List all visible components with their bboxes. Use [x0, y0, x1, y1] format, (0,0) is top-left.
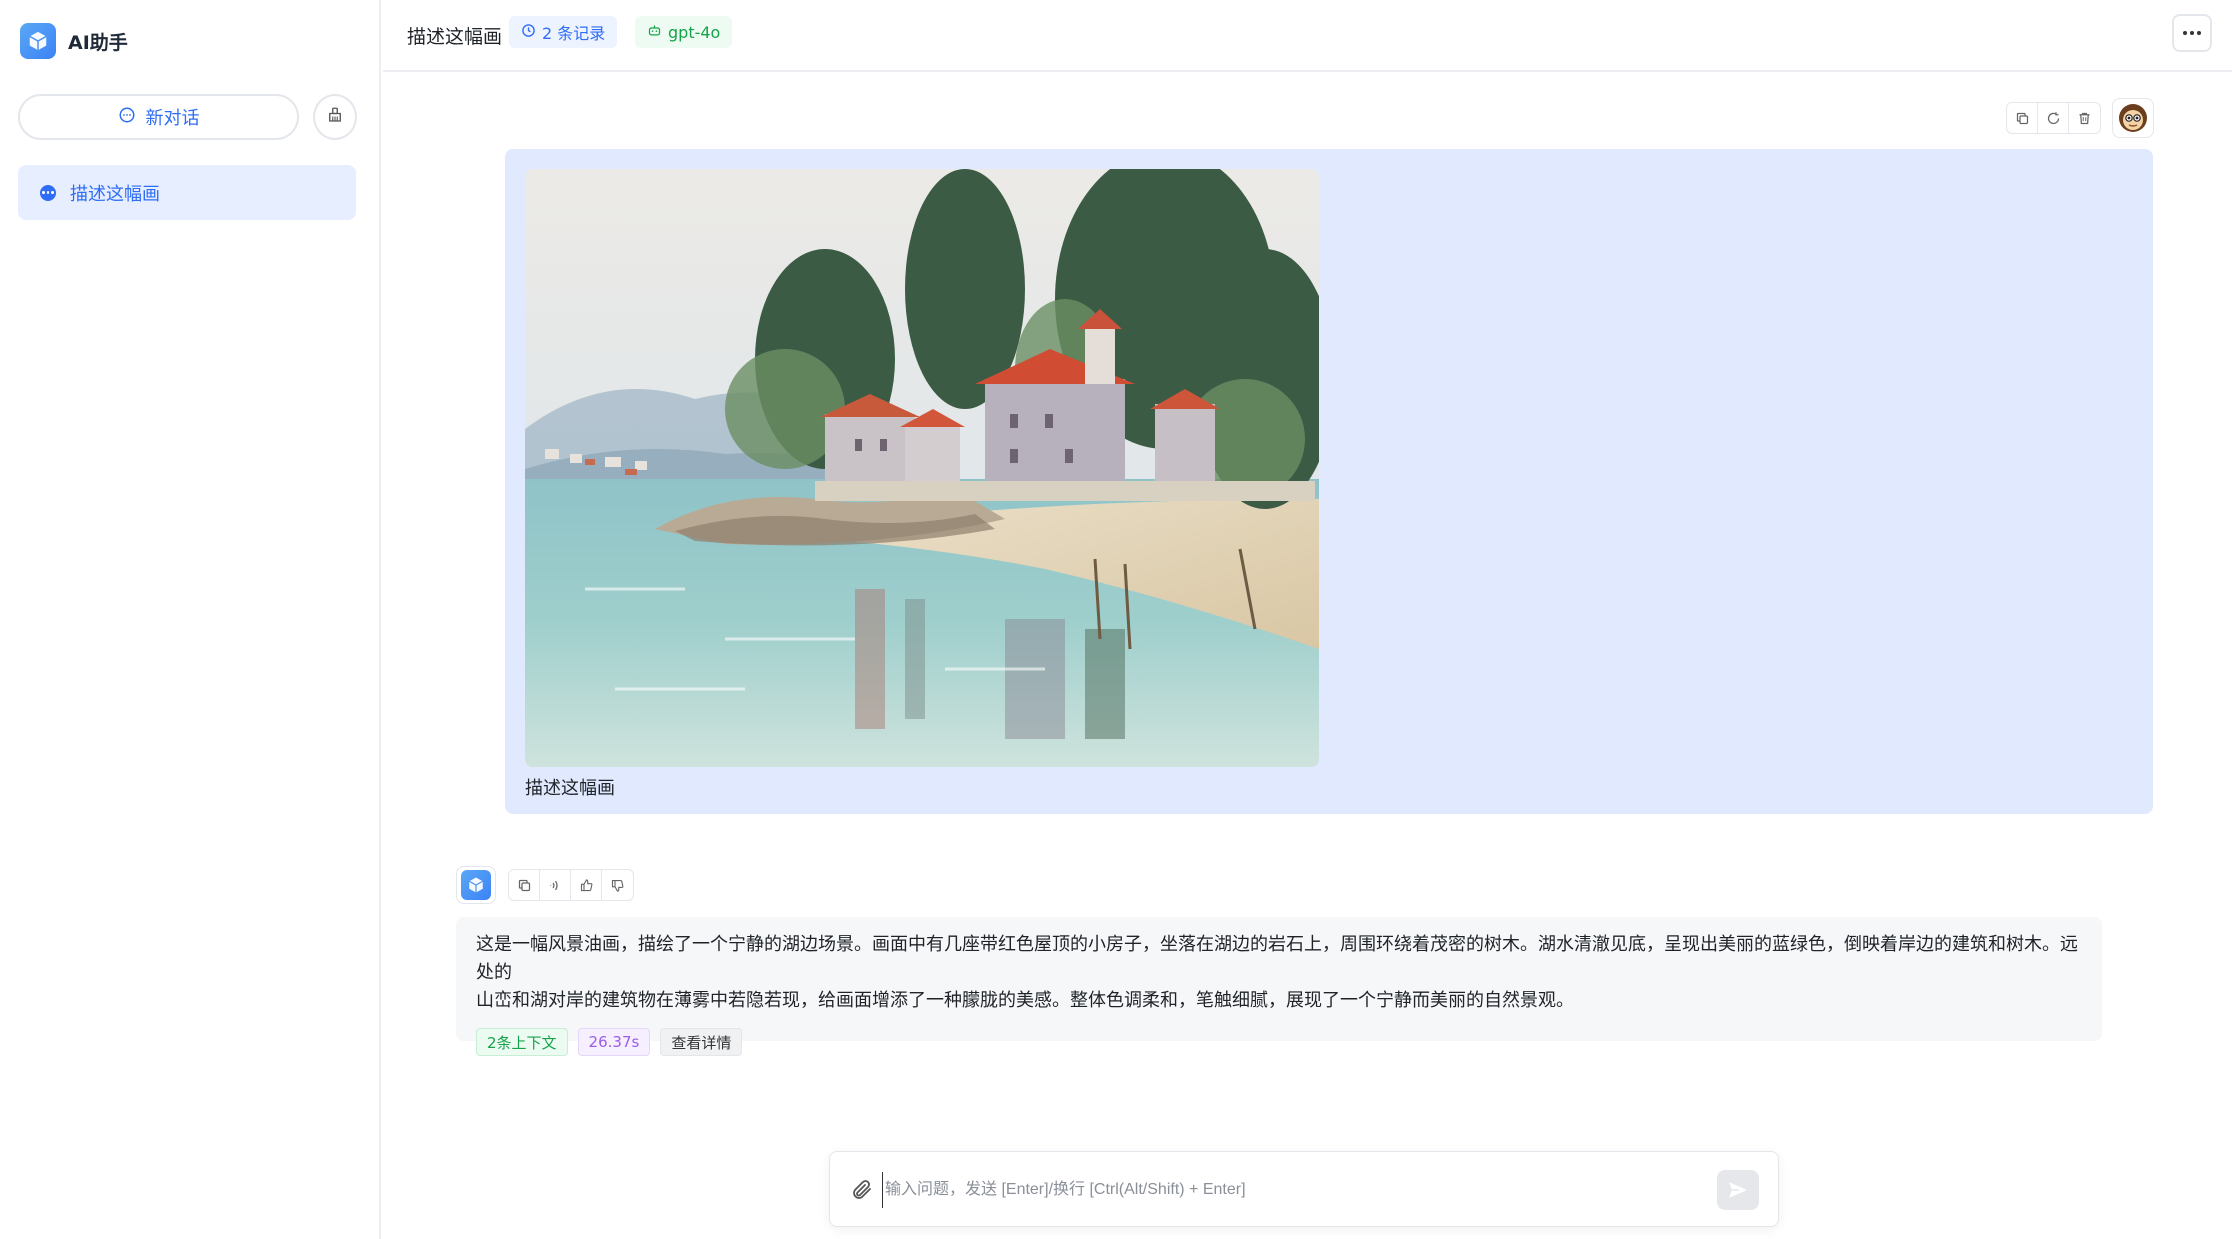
chat-header: 描述这幅画 2 条记录 gpt-4o [383, 0, 2232, 72]
chat-input[interactable] [882, 1172, 1682, 1208]
brand-name: AI助手 [68, 31, 128, 54]
clear-icon [326, 106, 344, 128]
user-message-toolbar [2006, 102, 2101, 134]
send-icon [1729, 1182, 1747, 1198]
ai-message-bubble: 这是一幅风景油画，描绘了一个宁静的湖边场景。画面中有几座带红色屋顶的小房子，坐落… [456, 917, 2102, 1056]
oil-painting-image [525, 169, 1319, 767]
records-label: 2 条记录 [542, 24, 606, 43]
dislike-button[interactable] [602, 870, 633, 900]
ai-message-meta: 2条上下文 26.37s 查看详情 [476, 1028, 2082, 1056]
records-badge[interactable]: 2 条记录 [509, 16, 618, 48]
like-button[interactable] [571, 870, 602, 900]
ai-message-line: 这是一幅风景油画，描绘了一个宁静的湖边场景。画面中有几座带红色屋顶的小房子，坐落… [476, 934, 2078, 983]
send-button[interactable] [1717, 1170, 1759, 1210]
chat-input-box [829, 1151, 1779, 1227]
speaker-icon [550, 880, 558, 890]
ai-avatar [456, 866, 496, 904]
new-chat-button[interactable]: 新对话 [18, 94, 299, 140]
sidebar-item-conversation[interactable]: 描述这幅画 [18, 165, 356, 220]
user-message-bubble: 描述这幅画 [505, 149, 2153, 814]
paperclip-icon[interactable] [850, 1178, 874, 1206]
more-button[interactable] [2172, 14, 2212, 52]
chat-bubble-icon [40, 184, 56, 201]
user-avatar-icon [2112, 98, 2154, 138]
attached-image[interactable] [525, 169, 1319, 767]
sidebar: AI助手 新对话 描述这幅画 [0, 0, 381, 1239]
copy-button[interactable] [2007, 103, 2038, 133]
page-title: 描述这幅画 [407, 26, 503, 48]
delete-button[interactable] [2069, 103, 2100, 133]
regenerate-icon [2047, 111, 2059, 124]
view-details-button[interactable]: 查看详情 [660, 1028, 743, 1056]
model-badge[interactable]: gpt-4o [635, 16, 733, 48]
ai-message-line: 山峦和湖对岸的建筑物在薄雾中若隐若现，给画面增添了一种朦胧的美感。整体色调柔和，… [476, 990, 1574, 1011]
app-logo-icon [461, 870, 491, 900]
regenerate-button[interactable] [2038, 103, 2069, 133]
delete-icon [2079, 112, 2090, 124]
speak-button[interactable] [540, 870, 571, 900]
conversation-title: 描述这幅画 [70, 183, 160, 205]
brand: AI助手 [20, 23, 128, 59]
robot-icon [647, 23, 662, 42]
clock-icon [521, 23, 536, 42]
clear-history-button[interactable] [313, 94, 357, 140]
model-label: gpt-4o [668, 22, 721, 42]
thumbs-up-icon [580, 878, 592, 891]
copy-icon [518, 879, 530, 891]
new-chat-label: 新对话 [145, 108, 200, 129]
copy-button[interactable] [509, 870, 540, 900]
user-message-text: 描述这幅画 [525, 778, 615, 799]
chat-bubble-icon [118, 106, 136, 129]
app-logo-icon [20, 23, 56, 59]
more-icon [2183, 31, 2201, 35]
thumbs-down-icon [611, 879, 624, 892]
response-time-tag: 26.37s [577, 1028, 651, 1056]
ai-message-text: 这是一幅风景油画，描绘了一个宁静的湖边场景。画面中有几座带红色屋顶的小房子，坐落… [476, 931, 2082, 1015]
ai-message-toolbar [508, 869, 634, 901]
copy-icon [2016, 112, 2028, 124]
context-tag: 2条上下文 [476, 1028, 568, 1056]
